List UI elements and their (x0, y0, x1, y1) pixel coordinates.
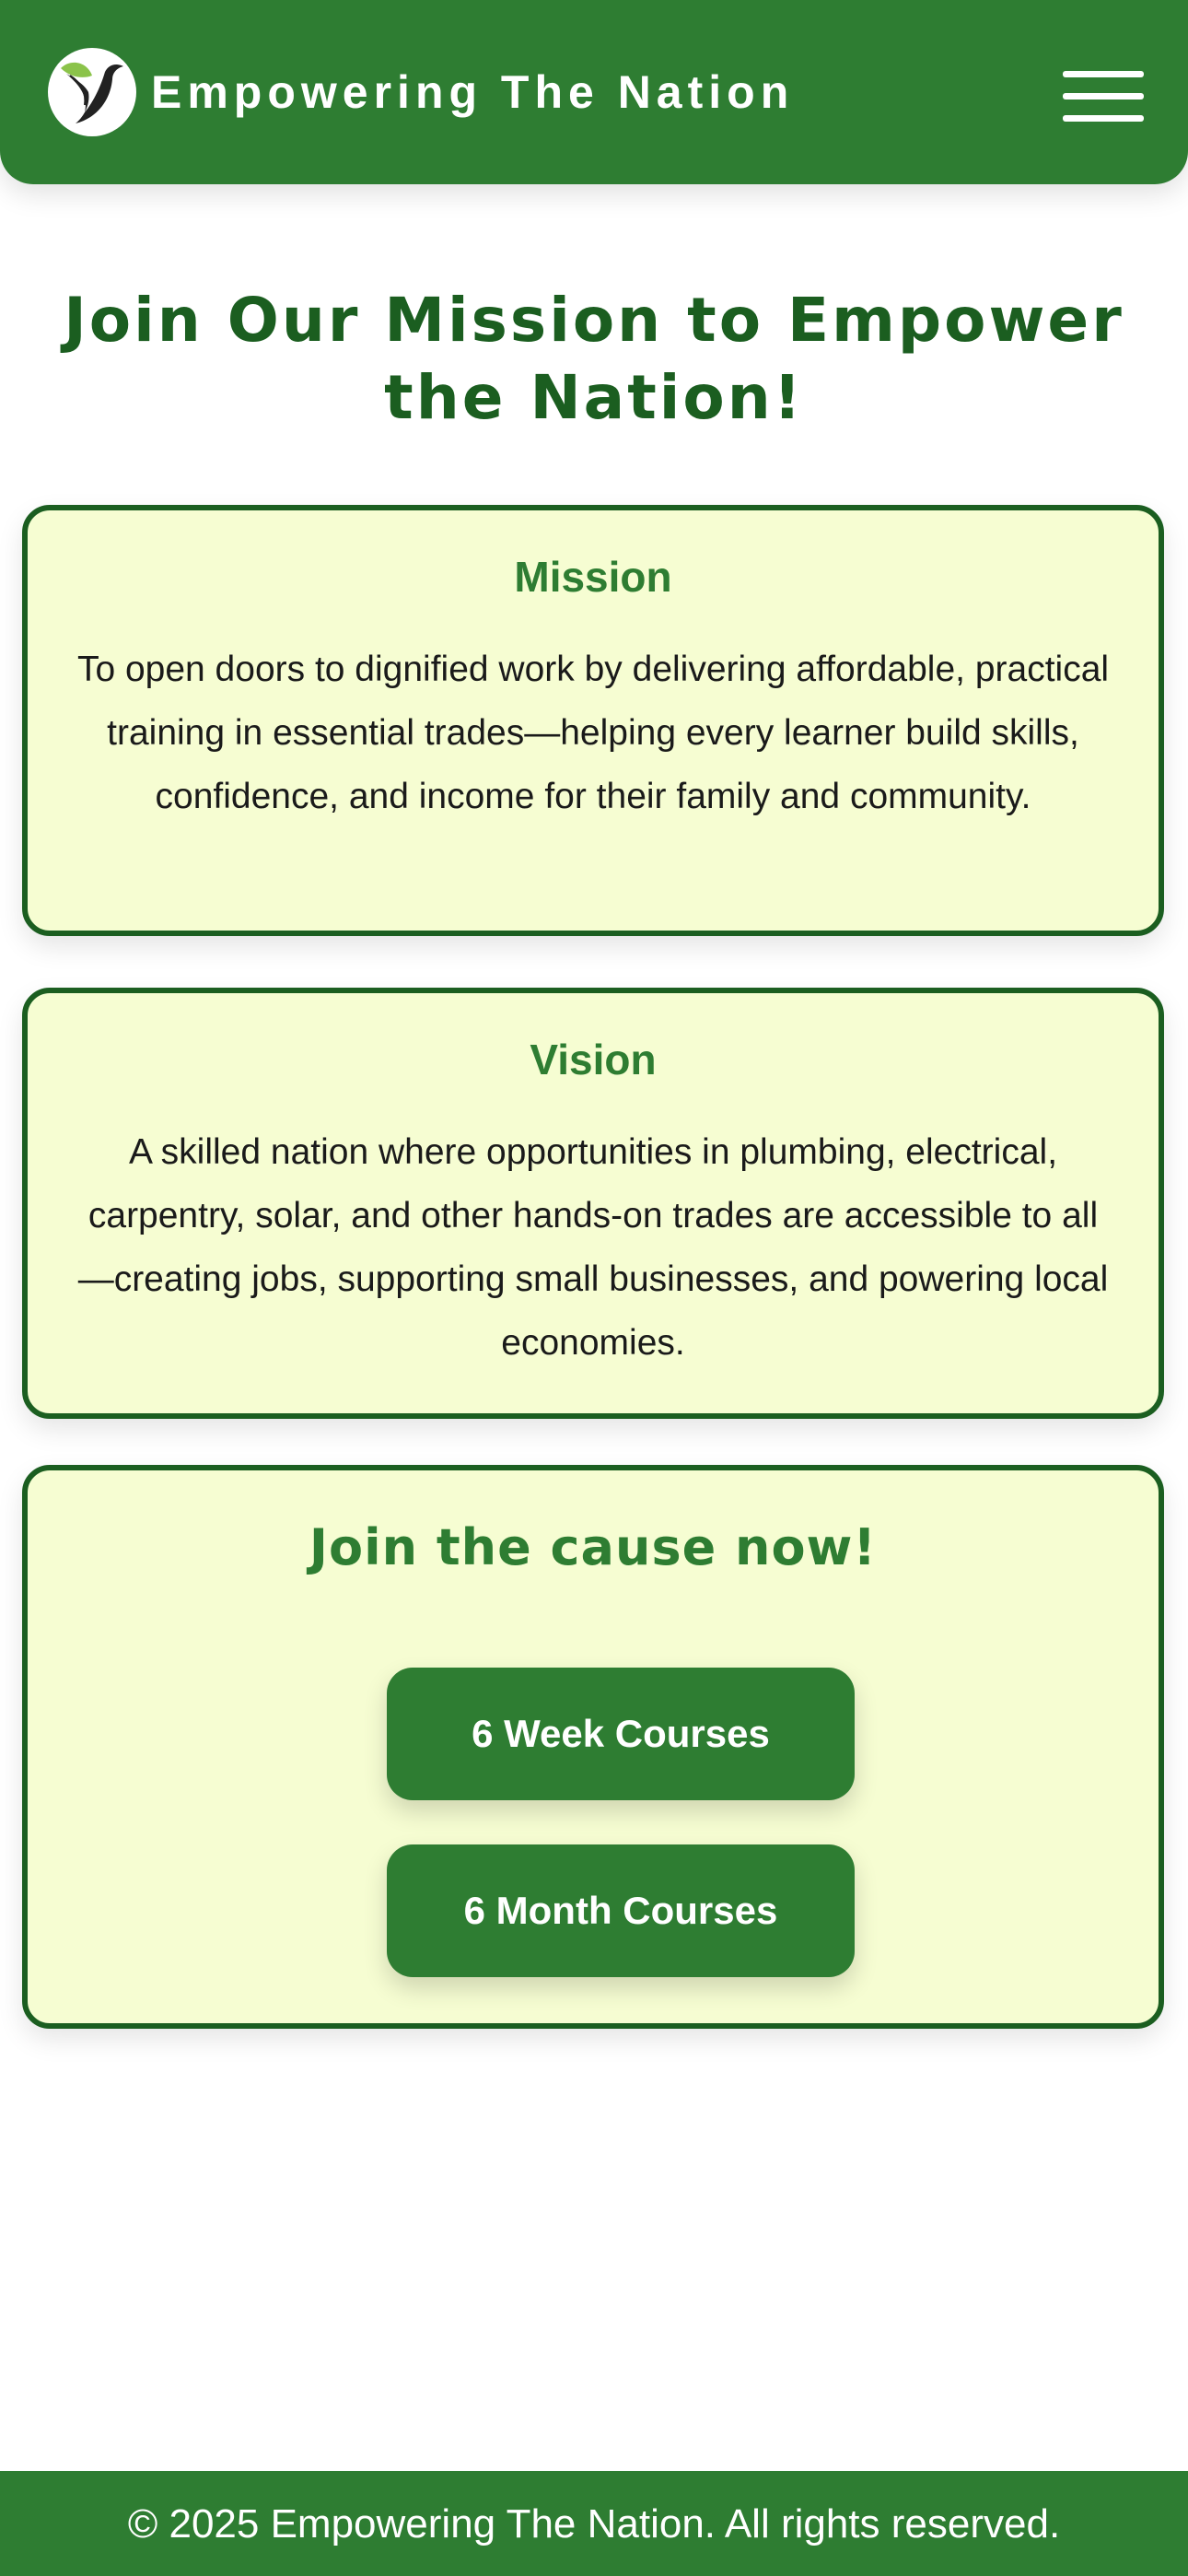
copyright-text: © 2025 Empowering The Nation. All rights… (127, 2501, 1061, 2547)
menu-bar-line (1063, 115, 1144, 122)
hamburger-menu-icon[interactable] (1057, 66, 1149, 129)
logo-graphic (61, 62, 123, 123)
join-card: Join the cause now! 6 Week Courses 6 Mon… (22, 1465, 1164, 2029)
vision-text: A skilled nation where opportunities in … (77, 1132, 1109, 1363)
join-heading: Join the cause now! (309, 1518, 878, 1576)
mission-text: To open doors to dignified work by deliv… (76, 650, 1110, 816)
mission-card: Mission To open doors to dignified work … (22, 505, 1164, 936)
footer-bar: © 2025 Empowering The Nation. All rights… (0, 2471, 1188, 2576)
six-month-courses-button[interactable]: 6 Month Courses (387, 1844, 855, 1977)
vision-card: Vision A skilled nation where opportunit… (22, 988, 1164, 1419)
mission-heading: Mission (514, 553, 672, 601)
bird-leaf-logo-icon[interactable] (48, 48, 136, 136)
menu-bar-line (1063, 71, 1144, 77)
vision-heading: Vision (530, 1036, 657, 1083)
page: Empowering The Nation Join Our Mission t… (0, 0, 1188, 2576)
six-week-courses-button[interactable]: 6 Week Courses (387, 1668, 855, 1800)
brand-title[interactable]: Empowering The Nation (151, 63, 794, 122)
header-bar: Empowering The Nation (0, 0, 1188, 184)
menu-bar-line (1063, 93, 1144, 100)
page-title: Join Our Mission to Empower the Nation! (64, 285, 1124, 433)
